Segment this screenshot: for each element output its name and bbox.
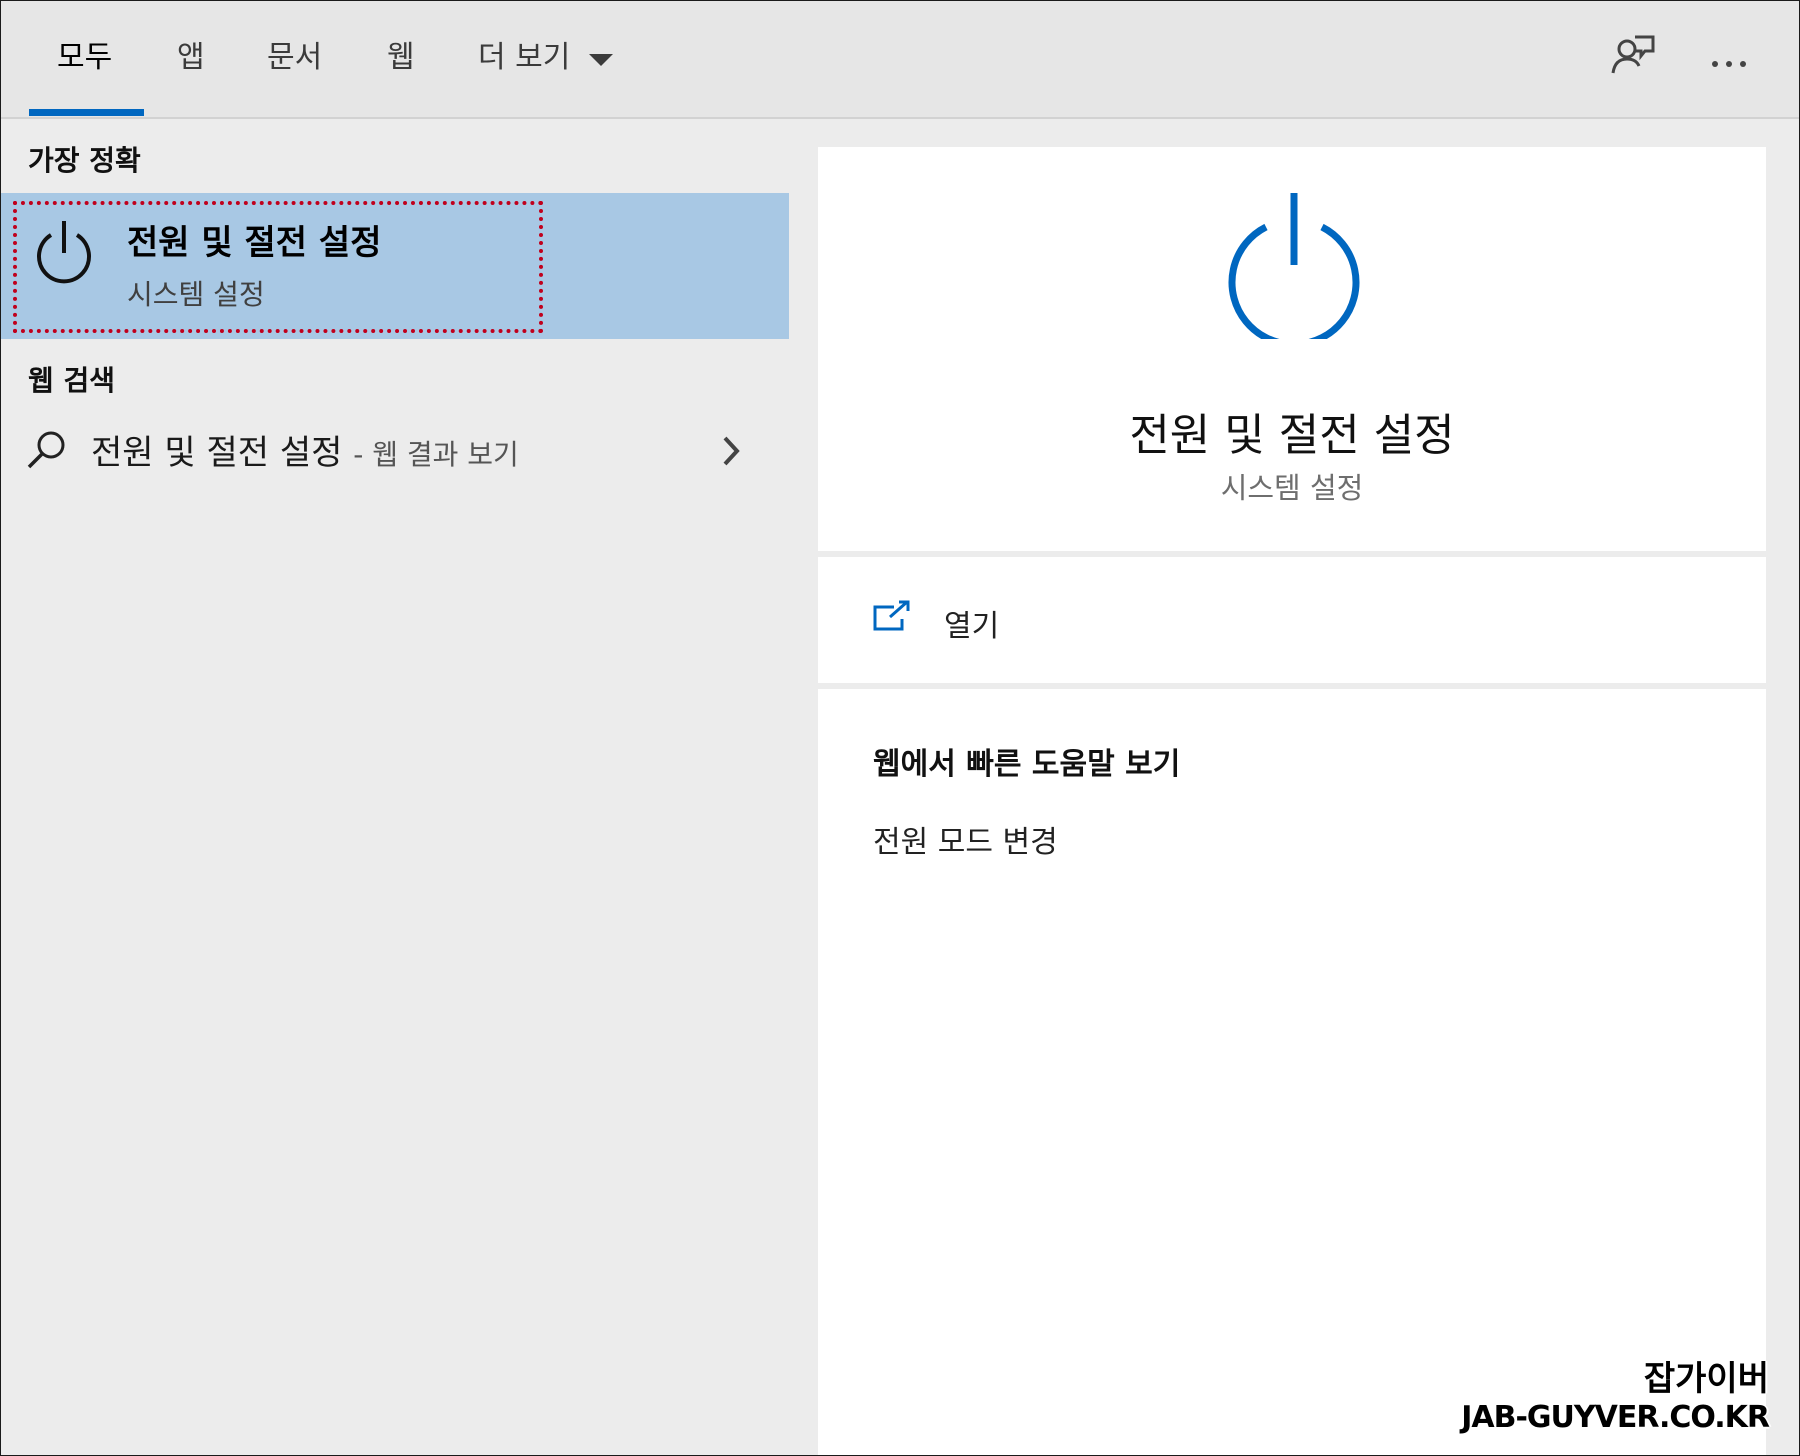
- active-tab-indicator: [29, 109, 144, 116]
- watermark-domain: JAB-GUYVER.CO.KR: [1461, 1400, 1770, 1435]
- feedback-icon[interactable]: [1609, 33, 1657, 83]
- tab-apps[interactable]: 앱: [177, 37, 205, 79]
- tab-all[interactable]: 모두: [57, 37, 112, 79]
- power-icon-large: [1228, 189, 1360, 348]
- web-result-suffix: - 웹 결과 보기: [353, 438, 519, 471]
- preview-title: 전원 및 절전 설정: [1129, 410, 1455, 461]
- best-match-subtitle: 시스템 설정: [127, 278, 265, 311]
- best-match-heading: 가장 정확: [28, 144, 141, 177]
- tab-web[interactable]: 웹: [387, 37, 415, 79]
- watermark: 잡가이버 JAB-GUYVER.CO.KR: [1461, 1351, 1770, 1435]
- preview-header-card: 전원 및 절전 설정 시스템 설정: [818, 147, 1766, 551]
- chevron-right-icon[interactable]: [721, 435, 741, 471]
- web-result-text: 전원 및 절전 설정 - 웹 결과 보기: [91, 425, 519, 474]
- web-result-query: 전원 및 절전 설정: [91, 433, 343, 473]
- best-match-title: 전원 및 절전 설정: [127, 223, 382, 263]
- help-link-change-power-mode[interactable]: 전원 모드 변경: [873, 817, 1058, 861]
- preview-subtitle: 시스템 설정: [1220, 471, 1364, 505]
- best-match-result[interactable]: 전원 및 절전 설정 시스템 설정: [1, 193, 789, 339]
- watermark-korean: 잡가이버: [1643, 1359, 1769, 1399]
- tab-documents[interactable]: 문서: [267, 37, 322, 79]
- open-action[interactable]: 열기: [818, 557, 1766, 683]
- quick-help-heading: 웹에서 빠른 도움말 보기: [873, 747, 1181, 782]
- search-icon: [25, 429, 67, 475]
- power-icon: [29, 217, 99, 291]
- open-external-icon: [872, 599, 912, 637]
- open-label: 열기: [944, 609, 1000, 644]
- more-options-icon[interactable]: [1711, 53, 1747, 72]
- quick-help-card: 웹에서 빠른 도움말 보기 전원 모드 변경: [818, 689, 1766, 1455]
- web-search-heading: 웹 검색: [28, 364, 116, 397]
- results-pane: 가장 정확 전원 및 절전 설정 시스템 설정 웹 검색 전원 및 절전 설정 …: [1, 119, 789, 1455]
- web-search-result[interactable]: 전원 및 절전 설정 - 웹 결과 보기: [1, 415, 789, 485]
- tab-more-label: 더 보기: [478, 40, 571, 75]
- search-window: 모두 앱 문서 웹 더 보기 가장 정확 전원 및 절전 설정 시스템 설정 웹…: [0, 0, 1800, 1456]
- caret-down-icon: [588, 38, 614, 80]
- filter-tab-bar: 모두 앱 문서 웹 더 보기: [1, 1, 1799, 119]
- tab-more[interactable]: 더 보기: [478, 37, 614, 79]
- preview-pane: 전원 및 절전 설정 시스템 설정 열기 웹에서 빠른 도움말 보기 전원 모드…: [789, 119, 1799, 1455]
